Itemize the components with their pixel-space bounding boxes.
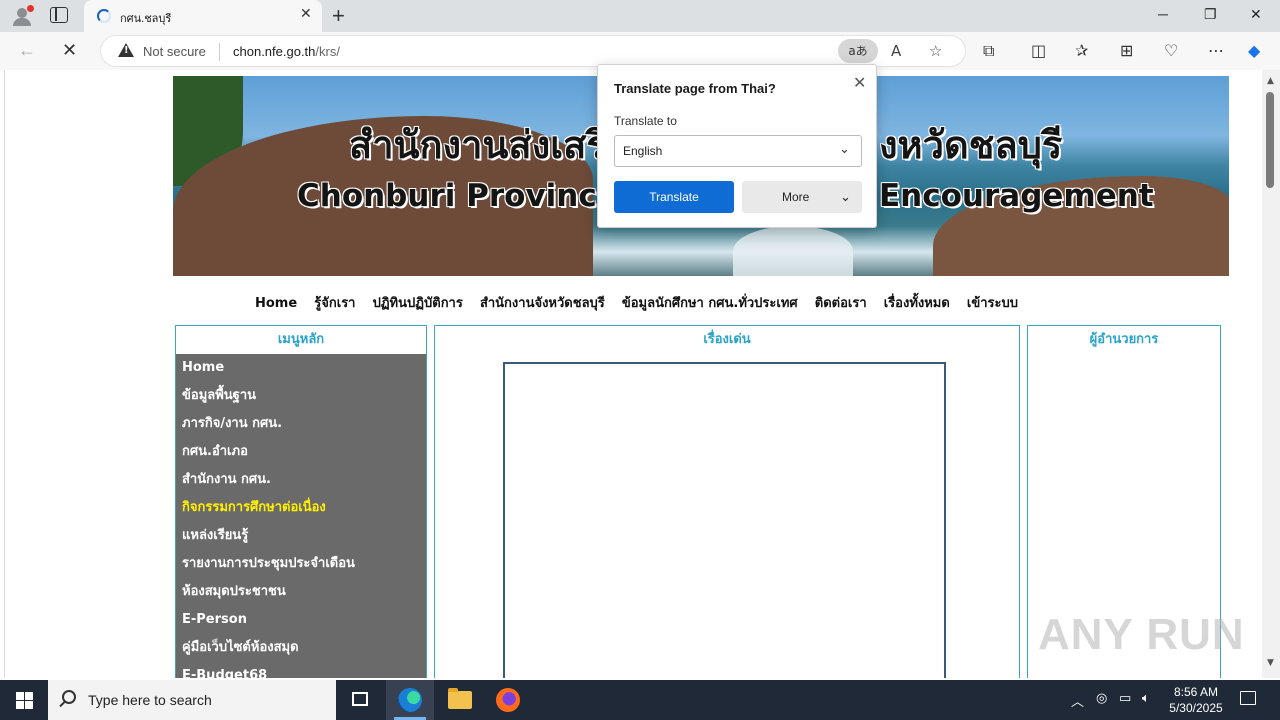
browser-tab[interactable]: กศน.ชลบุรี ✕ <box>84 0 322 32</box>
taskbar-file-explorer[interactable] <box>436 680 484 720</box>
favorites-icon[interactable]: ✰ <box>1075 41 1088 60</box>
scroll-up-icon[interactable]: ▲ <box>1267 76 1274 86</box>
side-menu-item[interactable]: E-Person <box>176 606 426 634</box>
anyrun-watermark: ANY RUN <box>1038 610 1245 659</box>
chevron-down-icon: ⌄ <box>840 189 851 204</box>
search-icon <box>62 690 76 704</box>
tab-title: กศน.ชลบุรี <box>120 13 172 25</box>
language-select[interactable]: English ⌄ <box>614 135 862 167</box>
top-menu-item[interactable]: Home <box>255 296 297 311</box>
security-label[interactable]: Not secure <box>143 44 206 59</box>
side-menu-item[interactable]: รายงานการประชุมประจำเดือน <box>176 550 426 578</box>
browser-essentials-icon[interactable]: ♡ <box>1164 41 1178 60</box>
meet-now-icon[interactable]: ◎ <box>1096 691 1107 706</box>
main-menu-panel: เมนูหลัก Home ข้อมูลพื้นฐาน ภารกิจ/งาน ก… <box>175 325 427 678</box>
top-menu-item[interactable]: ข้อมูลนักศึกษา กศน.ทั่วประเทศ <box>622 296 798 311</box>
selected-language: English <box>623 144 663 158</box>
new-tab-button[interactable]: + <box>332 3 345 29</box>
taskbar-edge[interactable] <box>386 680 434 720</box>
side-menu-item[interactable]: ห้องสมุดประชาชน <box>176 578 426 606</box>
top-menu-item[interactable]: เข้าระบบ <box>967 296 1018 311</box>
scroll-thumb[interactable] <box>1266 92 1274 188</box>
taskbar-search[interactable]: Type here to search <box>48 680 336 720</box>
banner-english-right: Encouragement <box>879 178 1154 214</box>
copilot-icon[interactable]: ◆ <box>1248 41 1260 60</box>
edge-icon <box>398 688 422 712</box>
network-icon[interactable]: ▭ <box>1119 691 1131 706</box>
side-menu-item[interactable]: กศน.อำเภอ <box>176 438 426 466</box>
side-menu-item[interactable]: ข้อมูลพื้นฐาน <box>176 382 426 410</box>
loading-spinner-icon <box>97 9 111 23</box>
clock-date: 5/30/2025 <box>1169 701 1223 715</box>
side-menu-item[interactable]: แหล่งเรียนรู้ <box>176 522 426 550</box>
tab-actions-icon[interactable] <box>50 7 68 23</box>
task-view-icon <box>352 692 368 706</box>
translate-popup-title: Translate page from Thai? <box>614 81 776 96</box>
translate-to-label: Translate to <box>614 114 677 128</box>
folder-icon <box>448 688 472 709</box>
profile-icon[interactable] <box>10 5 34 27</box>
top-menu-item[interactable]: สำนักงานจังหวัดชลบุรี <box>480 296 605 311</box>
translate-icon[interactable]: aあ <box>838 39 878 63</box>
more-button-label: More <box>782 190 810 204</box>
task-view-button[interactable] <box>336 680 384 720</box>
side-menu-item[interactable]: สำนักงาน กศน. <box>176 466 426 494</box>
restore-button[interactable]: ❐ <box>1204 6 1217 23</box>
collections-icon[interactable]: ⊞ <box>1120 41 1133 60</box>
close-popup-icon[interactable]: ✕ <box>853 73 866 92</box>
translate-popup: Translate page from Thai? ✕ Translate to… <box>597 64 877 228</box>
scroll-down-icon[interactable]: ▼ <box>1267 658 1274 668</box>
featured-panel: เรื่องเด่น <box>434 325 1020 678</box>
main-menu-title: เมนูหลัก <box>277 332 325 347</box>
side-menu-item[interactable]: E-Budget68 <box>176 662 426 678</box>
read-aloud-icon[interactable]: A <box>891 42 901 60</box>
tray-chevron-icon[interactable]: ︿ <box>1071 691 1084 710</box>
extensions-icon[interactable]: ⧉ <box>983 41 994 61</box>
back-button[interactable]: ← <box>18 40 36 61</box>
divider <box>219 43 220 61</box>
volume-icon[interactable]: 🔈︎ <box>1142 691 1150 706</box>
side-menu-item[interactable]: Home <box>176 354 426 382</box>
system-clock[interactable]: 8:56 AM 5/30/2025 <box>1164 684 1228 716</box>
notification-icon[interactable] <box>1240 691 1256 705</box>
side-menu-item[interactable]: ภารกิจ/งาน กศน. <box>176 410 426 438</box>
settings-more-icon[interactable]: ⋯ <box>1208 41 1224 60</box>
warning-icon[interactable] <box>118 43 134 57</box>
top-menu-item[interactable]: ติดต่อเรา <box>815 296 867 311</box>
taskbar: Type here to search ︿ ◎ ▭ 🔈︎ 8:56 AM 5/3… <box>0 680 1280 720</box>
stop-loading-button[interactable]: ✕ <box>62 40 77 61</box>
tab-strip: กศน.ชลบุรี ✕ + ─ ❐ ✕ <box>0 0 1280 32</box>
top-menu: Home รู้จักเรา ปฏิทินปฏิบัติการ สำนักงาน… <box>255 292 1030 313</box>
taskbar-firefox[interactable] <box>484 680 532 720</box>
close-window-button[interactable]: ✕ <box>1250 6 1262 23</box>
director-title: ผู้อำนวยการ <box>1089 332 1159 347</box>
more-button[interactable]: More ⌄ <box>742 181 862 213</box>
firefox-icon <box>496 688 520 712</box>
start-button[interactable] <box>0 680 48 720</box>
search-placeholder: Type here to search <box>88 692 212 708</box>
favorite-star-icon[interactable]: ☆ <box>929 42 942 60</box>
banner-thai-title-right: งหวัดชลบุรี <box>879 123 1063 167</box>
top-menu-item[interactable]: ปฏิทินปฏิบัติการ <box>373 296 463 311</box>
top-menu-item[interactable]: เรื่องทั้งหมด <box>884 296 950 311</box>
featured-content-frame <box>503 362 946 678</box>
side-menu-item[interactable]: คู่มือเว็บไซต์ห้องสมุด <box>176 634 426 662</box>
address-bar[interactable]: Not secure chon.nfe.go.th/krs/ aあ A ☆ <box>100 35 966 67</box>
page-scrollbar[interactable]: ▲ ▼ <box>1262 70 1280 678</box>
chevron-down-icon: ⌄ <box>839 142 850 157</box>
split-screen-icon[interactable]: ◫ <box>1031 41 1046 60</box>
featured-title: เรื่องเด่น <box>703 332 751 347</box>
url-text[interactable]: chon.nfe.go.th/krs/ <box>233 44 340 59</box>
banner-english-left: Chonburi Provincial <box>297 178 639 214</box>
close-tab-icon[interactable]: ✕ <box>300 6 312 22</box>
banner-thai-title: สำนักงานส่งเสริม <box>349 123 632 167</box>
side-menu: Home ข้อมูลพื้นฐาน ภารกิจ/งาน กศน. กศน.อ… <box>176 354 426 678</box>
top-menu-item[interactable]: รู้จักเรา <box>314 296 355 311</box>
translate-button[interactable]: Translate <box>614 181 734 213</box>
minimize-button[interactable]: ─ <box>1158 6 1168 22</box>
side-menu-item-active[interactable]: กิจกรรมการศึกษาต่อเนื่อง <box>176 494 426 522</box>
clock-time: 8:56 AM <box>1173 685 1219 699</box>
